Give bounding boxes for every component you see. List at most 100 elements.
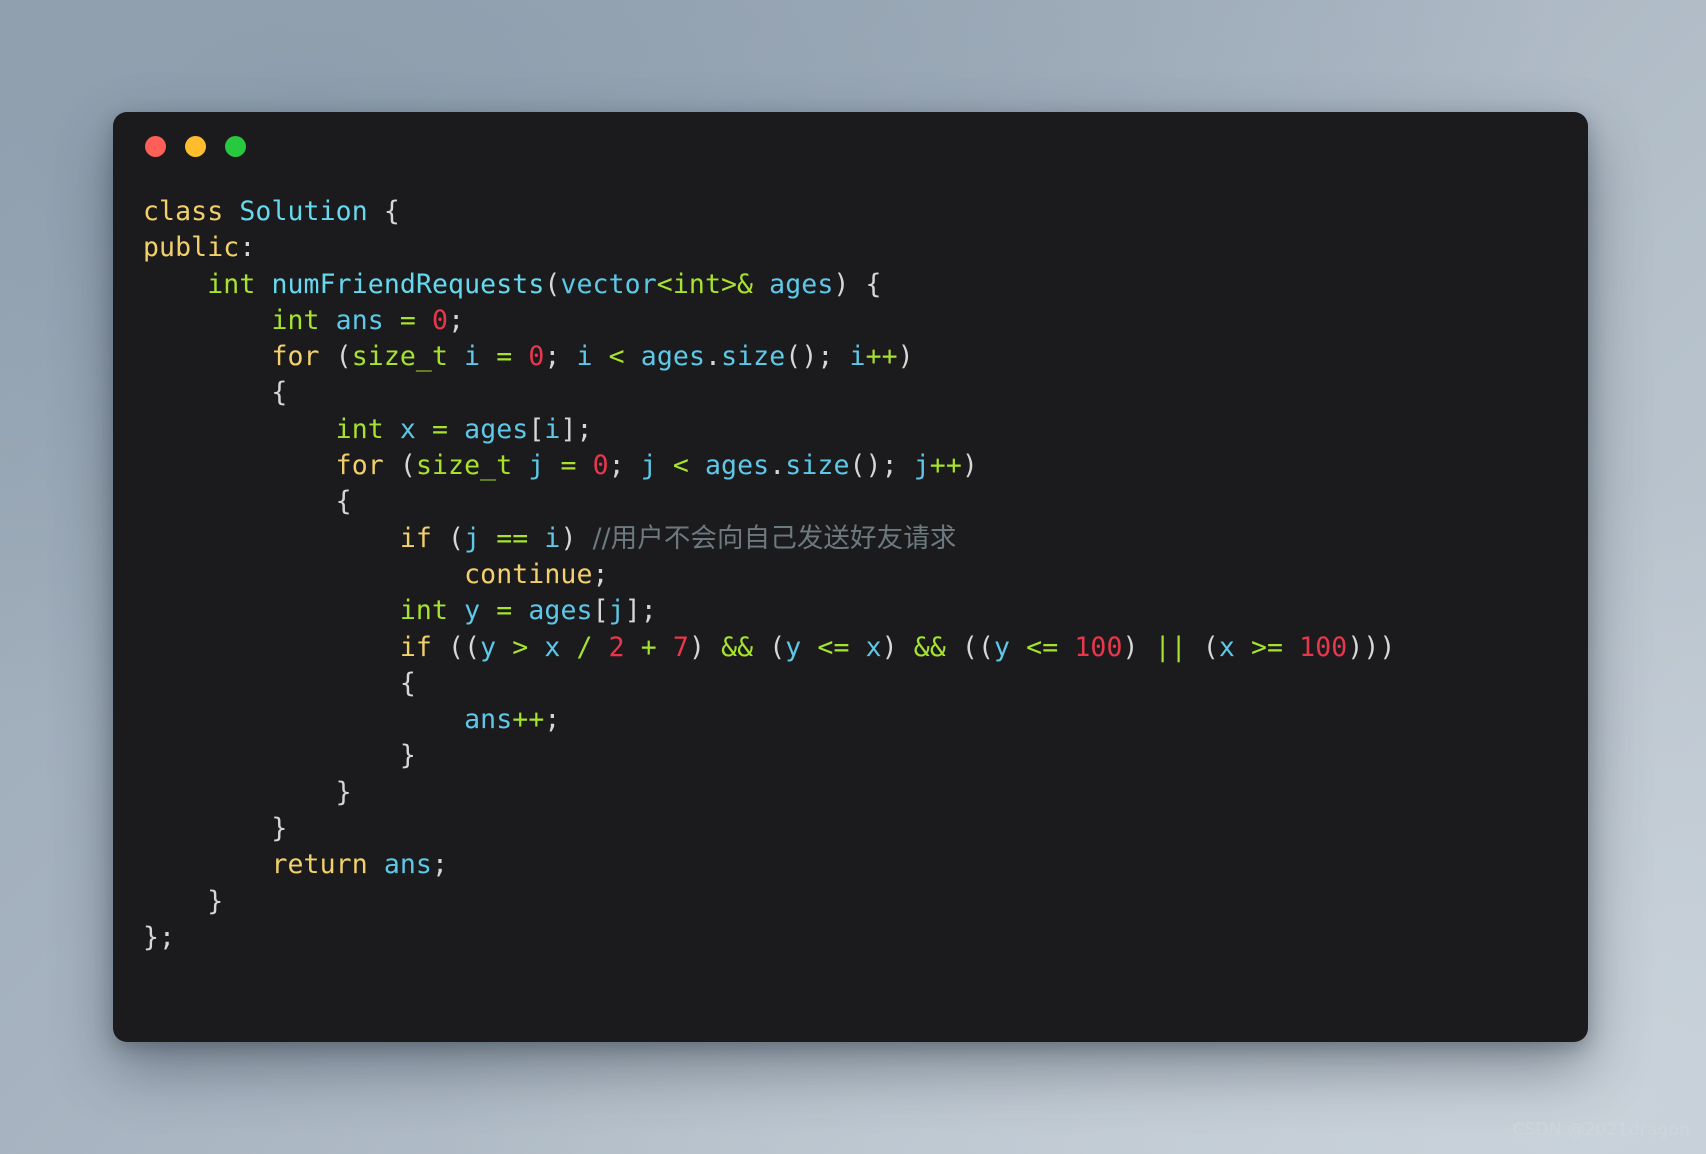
maximize-window-icon[interactable] <box>225 135 246 157</box>
code-token: ( <box>1186 631 1219 663</box>
code-token: ans <box>464 704 513 736</box>
code-token: ) <box>560 522 593 554</box>
code-token: (( <box>945 631 995 663</box>
code-line: }; <box>143 920 1588 956</box>
close-window-icon[interactable] <box>145 135 166 157</box>
code-token: 0 <box>592 450 609 482</box>
code-line: if ((y > x / 2 + 7) && (y <= x) && ((y <… <box>143 630 1588 666</box>
code-line: int x = ages[i]; <box>143 412 1588 448</box>
code-token: ) <box>688 631 722 663</box>
code-token: i <box>544 522 561 554</box>
code-token: Solution <box>239 196 368 227</box>
code-token: x <box>865 631 882 663</box>
code-token: y <box>994 631 1011 663</box>
code-token: { <box>367 196 400 227</box>
code-token: int <box>271 304 320 336</box>
code-token: size <box>721 341 786 373</box>
code-token: i <box>544 413 561 445</box>
code-token: ( <box>319 341 352 373</box>
code-token: ages <box>769 268 834 300</box>
code-token: = <box>399 304 416 336</box>
code-block[interactable]: class Solution {public: int numFriendReq… <box>113 180 1588 956</box>
code-token: ))) <box>1347 631 1396 663</box>
code-token: . <box>705 341 722 373</box>
code-token: ++ <box>929 450 962 482</box>
code-token: ; <box>448 304 465 336</box>
code-line: int ans = 0; <box>143 303 1588 339</box>
code-token: (( <box>431 631 481 663</box>
code-token: ) <box>897 341 914 373</box>
code-token: int <box>207 268 256 300</box>
code-token: //用户不会向自己发送好友请求 <box>592 522 957 554</box>
code-token: j <box>640 450 657 482</box>
code-token: x <box>399 413 416 445</box>
code-token: ; <box>544 704 561 736</box>
code-token: < <box>608 341 625 373</box>
code-token: { <box>143 486 352 518</box>
code-token: ages <box>640 341 705 373</box>
code-token: { <box>143 377 288 409</box>
code-line: { <box>143 666 1588 702</box>
code-token: numFriendRequests <box>271 268 545 300</box>
code-line: return ans; <box>143 847 1588 883</box>
code-token: if <box>399 522 432 554</box>
watermark: CSDN @2021dragon <box>1512 1120 1690 1140</box>
code-token: ) <box>881 631 914 663</box>
code-token: } <box>143 813 288 845</box>
code-line: ans++; <box>143 702 1588 738</box>
code-token: / <box>576 631 593 663</box>
code-token: = <box>496 595 513 627</box>
code-token: 0 <box>432 304 449 336</box>
code-token: || <box>1154 631 1187 663</box>
code-token: (); <box>849 450 914 482</box>
code-line: } <box>143 775 1588 811</box>
code-token: : <box>239 232 256 264</box>
code-token: for <box>335 450 384 482</box>
code-token: x <box>544 631 561 663</box>
code-token: ; <box>432 849 449 881</box>
code-token: == <box>496 522 529 554</box>
code-token: ages <box>528 595 593 627</box>
code-token: 2 <box>608 631 625 663</box>
minimize-window-icon[interactable] <box>185 135 206 157</box>
code-line: } <box>143 811 1588 847</box>
code-line: } <box>143 738 1588 774</box>
code-token: = <box>432 413 449 445</box>
code-token: continue <box>464 558 593 590</box>
code-token: 0 <box>528 341 545 373</box>
code-token: x <box>1218 631 1235 663</box>
code-token: { <box>143 667 416 699</box>
code-token: int <box>399 595 449 627</box>
code-token: } <box>143 740 416 772</box>
code-token: <int>& <box>656 268 754 300</box>
code-token: . <box>769 450 786 482</box>
code-token: for <box>271 341 320 373</box>
code-token: if <box>399 631 432 663</box>
